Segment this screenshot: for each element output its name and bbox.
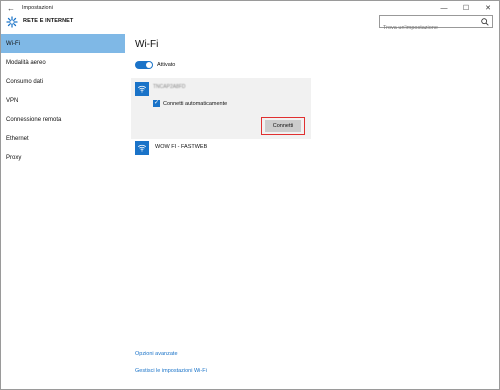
minimize-icon[interactable]: — <box>433 1 455 15</box>
sidebar-item-dial-up[interactable]: Connessione remota <box>1 110 125 129</box>
gear-icon <box>6 16 18 28</box>
wifi-toggle[interactable] <box>135 61 153 69</box>
page-title: Wi-Fi <box>135 39 159 50</box>
toggle-knob <box>146 62 152 68</box>
wifi-toggle-row: Attivato <box>135 61 175 69</box>
auto-connect-label: Connetti automaticamente <box>163 100 228 107</box>
sidebar-item-ethernet[interactable]: Ethernet <box>1 129 125 148</box>
maximize-icon[interactable]: ☐ <box>455 1 477 15</box>
search-input[interactable] <box>380 22 478 34</box>
connect-highlight: Connetti <box>261 117 305 135</box>
settings-links: Opzioni avanzate Gestisci le impostazion… <box>135 351 207 374</box>
wifi-icon <box>135 82 149 96</box>
window-controls: — ☐ ✕ <box>433 1 499 15</box>
sidebar: Wi-Fi Modalità aereo Consumo dati VPN Co… <box>1 34 125 167</box>
search-box[interactable] <box>379 15 493 34</box>
network-item[interactable]: WOW FI - FASTWEB <box>135 141 315 159</box>
search-icon[interactable] <box>480 17 490 27</box>
connect-button[interactable]: Connetti <box>265 120 301 132</box>
manage-wifi-settings-link[interactable]: Gestisci le impostazioni Wi-Fi <box>135 368 207 374</box>
main-content: Wi-Fi Attivato TNCAP2A8FD ✓ Connetti aut… <box>131 39 495 155</box>
title-bar: ← Impostazioni — ☐ ✕ <box>1 1 499 15</box>
wifi-toggle-label: Attivato <box>157 62 176 68</box>
network-item-selected[interactable]: TNCAP2A8FD ✓ Connetti automaticamente Co… <box>131 78 311 139</box>
sidebar-item-wifi[interactable]: Wi-Fi <box>1 34 125 53</box>
auto-connect-row: ✓ Connetti automaticamente <box>153 100 227 107</box>
auto-connect-checkbox[interactable]: ✓ <box>153 100 160 107</box>
sidebar-item-airplane-mode[interactable]: Modalità aereo <box>1 53 125 72</box>
wifi-icon <box>135 141 149 155</box>
settings-header: RETE E INTERNET <box>1 15 499 34</box>
back-icon[interactable]: ← <box>1 1 21 15</box>
close-icon[interactable]: ✕ <box>477 1 499 15</box>
settings-window: ← Impostazioni — ☐ ✕ RETE E INTERNET Tro… <box>0 0 500 390</box>
network-name: WOW FI - FASTWEB <box>155 144 208 150</box>
section-title: RETE E INTERNET <box>23 18 74 24</box>
advanced-options-link[interactable]: Opzioni avanzate <box>135 351 207 357</box>
sidebar-item-data-usage[interactable]: Consumo dati <box>1 72 125 91</box>
window-title: Impostazioni <box>22 5 53 11</box>
network-name: TNCAP2A8FD <box>153 84 186 90</box>
sidebar-item-vpn[interactable]: VPN <box>1 91 125 110</box>
sidebar-item-proxy[interactable]: Proxy <box>1 148 125 167</box>
